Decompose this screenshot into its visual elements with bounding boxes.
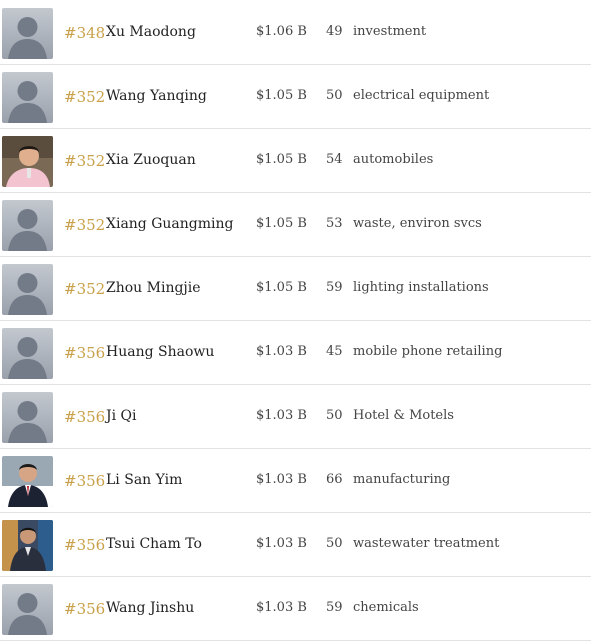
net-worth: $1.05 B: [256, 280, 307, 295]
list-item[interactable]: #356 Tsui Cham To $1.03 B 50 wastewater …: [0, 514, 591, 577]
list-item[interactable]: #352 Xiang Guangming $1.05 B 53 waste, e…: [0, 194, 591, 257]
avatar-placeholder-icon: [2, 8, 53, 59]
list-item[interactable]: #348 Xu Maodong $1.06 B 49 investment: [0, 2, 591, 65]
age: 45: [326, 344, 343, 359]
age: 54: [326, 152, 343, 167]
net-worth: $1.05 B: [256, 152, 307, 167]
rank: #356: [64, 472, 106, 490]
rank: #348: [64, 24, 106, 42]
net-worth: $1.03 B: [256, 536, 307, 551]
person-name[interactable]: Tsui Cham To: [106, 536, 202, 552]
age: 49: [326, 24, 343, 39]
list-item[interactable]: #352 Xia Zuoquan $1.05 B 54 automobiles: [0, 130, 591, 193]
person-name[interactable]: Xu Maodong: [106, 24, 196, 40]
rank: #356: [64, 408, 106, 426]
billionaire-list: #348 Xu Maodong $1.06 B 49 investment #3…: [0, 0, 591, 642]
industry: electrical equipment: [353, 88, 490, 103]
industry: chemicals: [353, 600, 419, 615]
avatar-placeholder-icon: [2, 392, 53, 443]
person-name[interactable]: Zhou Mingjie: [106, 280, 201, 296]
industry: Hotel & Motels: [353, 408, 454, 423]
rank: #352: [64, 216, 106, 234]
avatar-placeholder-icon: [2, 328, 53, 379]
person-name[interactable]: Wang Yanqing: [106, 88, 207, 104]
avatar-photo: [2, 520, 53, 571]
avatar-placeholder-icon: [2, 584, 53, 635]
list-item[interactable]: #356 Li San Yim $1.03 B 66 manufacturing: [0, 450, 591, 513]
rank: #352: [64, 152, 106, 170]
age: 50: [326, 408, 343, 423]
list-item[interactable]: #352 Wang Yanqing $1.05 B 50 electrical …: [0, 66, 591, 129]
person-name[interactable]: Xia Zuoquan: [106, 152, 196, 168]
industry: manufacturing: [353, 472, 451, 487]
avatar-placeholder-icon: [2, 264, 53, 315]
list-item[interactable]: #352 Zhou Mingjie $1.05 B 59 lighting in…: [0, 258, 591, 321]
list-item[interactable]: #356 Wang Jinshu $1.03 B 59 chemicals: [0, 578, 591, 641]
industry: investment: [353, 24, 427, 39]
age: 53: [326, 216, 343, 231]
rank: #352: [64, 280, 106, 298]
age: 59: [326, 280, 343, 295]
rank: #356: [64, 536, 106, 554]
age: 50: [326, 88, 343, 103]
person-name[interactable]: Xiang Guangming: [106, 216, 233, 232]
industry: automobiles: [353, 152, 434, 167]
age: 59: [326, 600, 343, 615]
industry: waste, environ svcs: [353, 216, 482, 231]
avatar-placeholder-icon: [2, 72, 53, 123]
age: 50: [326, 536, 343, 551]
person-name[interactable]: Wang Jinshu: [106, 600, 194, 616]
industry: lighting installations: [353, 280, 489, 295]
net-worth: $1.03 B: [256, 600, 307, 615]
net-worth: $1.03 B: [256, 344, 307, 359]
avatar-photo: [2, 136, 53, 187]
avatar-photo: [2, 456, 53, 507]
person-name[interactable]: Ji Qi: [106, 408, 137, 424]
net-worth: $1.05 B: [256, 88, 307, 103]
net-worth: $1.03 B: [256, 408, 307, 423]
rank: #356: [64, 344, 106, 362]
industry: mobile phone retailing: [353, 344, 503, 359]
industry: wastewater treatment: [353, 536, 500, 551]
rank: #356: [64, 600, 106, 618]
person-name[interactable]: Huang Shaowu: [106, 344, 214, 360]
person-name[interactable]: Li San Yim: [106, 472, 182, 488]
rank: #352: [64, 88, 106, 106]
age: 66: [326, 472, 343, 487]
list-item[interactable]: #356 Huang Shaowu $1.03 B 45 mobile phon…: [0, 322, 591, 385]
net-worth: $1.05 B: [256, 216, 307, 231]
list-item[interactable]: #356 Ji Qi $1.03 B 50 Hotel & Motels: [0, 386, 591, 449]
net-worth: $1.06 B: [256, 24, 307, 39]
avatar-placeholder-icon: [2, 200, 53, 251]
net-worth: $1.03 B: [256, 472, 307, 487]
